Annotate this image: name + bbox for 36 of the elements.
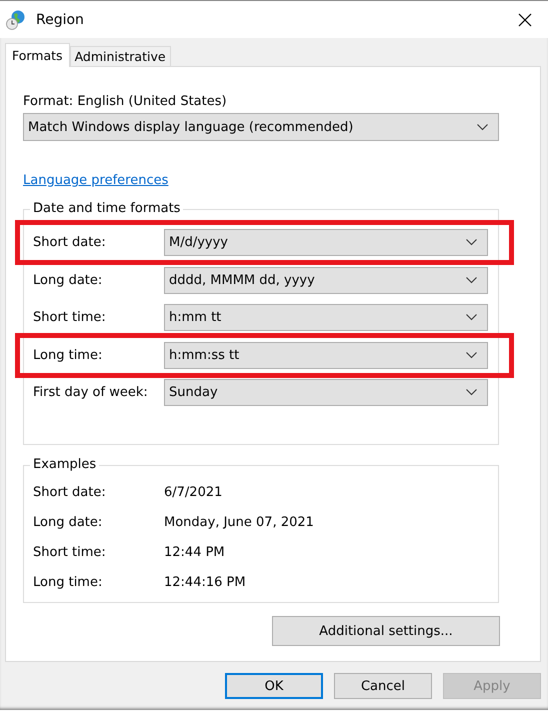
format-dropdown[interactable]: Sunday [164,379,488,406]
example-value: Monday, June 07, 2021 [164,515,314,530]
field-label: Long date: [33,272,104,288]
example-value: 12:44:16 PM [164,575,246,590]
format-label: Format: English (United States) [23,93,228,111]
example-label: Short time: [33,545,107,560]
group-title: Examples [30,457,100,473]
example-value: 6/7/2021 [164,485,222,500]
language-preferences-link[interactable]: Language preferences [23,173,168,188]
field-label: Short date: [33,235,107,250]
chevron-icon [466,276,477,284]
example-value: 12:44 PM [164,545,225,560]
example-label: Long time: [33,575,104,590]
chevron-icon [477,124,488,130]
field-label: Short time: [33,310,107,325]
dialog-button[interactable]: OK [225,673,323,699]
dialog-button[interactable]: Cancel [334,673,432,699]
format-dropdown[interactable]: h:mm tt [164,304,488,331]
chevron-icon [466,352,477,358]
chevron-icon [466,314,477,321]
format-dropdown[interactable]: Match Windows display language (recommended) [23,113,499,141]
additional-settings-button[interactable]: Additional settings... [272,616,500,646]
chevron-icon [466,389,477,396]
window-title: Region [36,12,85,28]
example-label: Long date: [33,515,104,530]
tab[interactable]: Administrative [70,46,171,66]
example-label: Short date: [33,485,107,500]
globe-clock-icon [6,10,26,30]
tab[interactable]: Formats [5,43,70,67]
chevron-icon [466,239,477,246]
close-icon [518,12,532,26]
format-dropdown[interactable]: M/d/yyyy [164,229,488,256]
field-label: First day of week: [33,385,149,400]
format-dropdown[interactable]: h:mm:ss tt [164,342,488,368]
field-label: Long time: [33,348,104,362]
format-dropdown[interactable]: dddd, MMMM dd, yyyy [164,266,488,294]
